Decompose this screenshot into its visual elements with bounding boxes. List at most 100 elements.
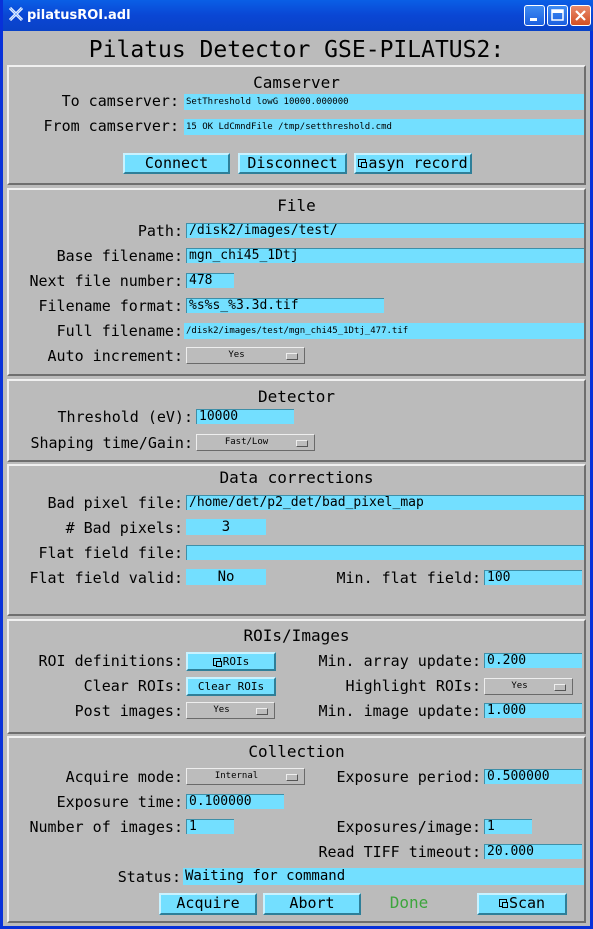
clear-rois-button[interactable]: Clear ROIs (186, 677, 276, 696)
acquire-mode-value: Internal (214, 771, 259, 781)
flat-field-file-label: Flat field file: (38, 544, 184, 562)
rois-button-label: ROIs (222, 655, 250, 668)
flat-field-valid-label: Flat field valid: (29, 569, 183, 587)
collection-heading: Collection (248, 742, 345, 761)
filename-format-label: Filename format: (38, 297, 184, 315)
min-flat-field-input[interactable]: 100 (484, 570, 582, 585)
min-array-update-label: Min. array update: (318, 652, 481, 670)
path-label: Path: (137, 222, 183, 240)
exposures-per-image-input[interactable]: 1 (484, 819, 532, 834)
flat-field-valid-value: No (186, 569, 266, 585)
min-image-update-label: Min. image update: (318, 702, 481, 720)
clear-rois-label: Clear ROIs: (83, 677, 183, 695)
shaping-time-label: Shaping time/Gain: (30, 434, 193, 452)
related-display-icon (358, 159, 368, 168)
acquire-status-indicator: Done (389, 893, 429, 912)
disconnect-button[interactable]: Disconnect (238, 153, 347, 174)
bad-pixels-count-label: # Bad pixels: (65, 519, 183, 537)
filename-format-input[interactable]: %s%s_%3.3d.tif (186, 298, 384, 313)
min-array-update-input[interactable]: 0.200 (484, 653, 582, 668)
number-of-images-input[interactable]: 1 (186, 819, 234, 834)
related-display-icon (498, 899, 508, 908)
roi-definitions-label: ROI definitions: (38, 652, 184, 670)
highlight-rois-value: Yes (511, 681, 528, 691)
menu-indicator-icon (554, 684, 566, 691)
scan-button-label: Scan (508, 894, 546, 912)
page-title: Pilatus Detector GSE-PILATUS2: (88, 37, 505, 63)
highlight-rois-menu[interactable]: Yes (484, 678, 573, 695)
collection-panel: Collection Acquire mode: Internal Exposu… (7, 736, 586, 923)
min-flat-field-label: Min. flat field: (336, 569, 482, 587)
window-title: pilatusROI.adl (27, 8, 131, 23)
exposure-time-input[interactable]: 0.100000 (186, 794, 284, 809)
abort-button[interactable]: Abort (263, 893, 361, 915)
base-filename-label: Base filename: (56, 247, 183, 265)
asyn-record-button[interactable]: asyn record (354, 153, 472, 174)
shaping-time-menu[interactable]: Fast/Low (196, 434, 315, 451)
full-filename-label: Full filename: (56, 322, 183, 340)
from-camserver-value: 15 OK LdCmndFile /tmp/setthreshold.cmd (184, 119, 584, 135)
detector-panel: Detector Threshold (eV): 10000 Shaping t… (7, 379, 586, 462)
camserver-panel: Camserver To camserver: SetThreshold low… (7, 65, 586, 185)
to-camserver-value: SetThreshold lowG 10000.000000 (184, 94, 584, 110)
post-images-label: Post images: (74, 702, 183, 720)
data-corrections-heading: Data corrections (219, 468, 374, 487)
detector-heading: Detector (257, 387, 336, 406)
acquire-button[interactable]: Acquire (159, 893, 257, 915)
post-images-value: Yes (213, 705, 230, 715)
threshold-input[interactable]: 10000 (196, 409, 294, 424)
auto-increment-value: Yes (228, 350, 245, 360)
exposure-time-label: Exposure time: (56, 793, 183, 811)
close-button[interactable] (570, 5, 591, 26)
bad-pixels-count-value: 3 (186, 519, 266, 535)
to-camserver-label: To camserver: (61, 92, 179, 110)
full-filename-value: /disk2/images/test/mgn_chi45_1Dtj_477.ti… (184, 323, 584, 339)
exposure-period-label: Exposure period: (336, 768, 482, 786)
file-panel: File Path: /disk2/images/test/ Base file… (7, 188, 586, 376)
rois-images-heading: ROIs/Images (243, 626, 350, 645)
minimize-icon (530, 18, 537, 21)
auto-increment-menu[interactable]: Yes (186, 347, 305, 364)
post-images-menu[interactable]: Yes (186, 702, 275, 719)
shaping-time-value: Fast/Low (224, 437, 269, 447)
menu-indicator-icon (296, 440, 308, 447)
from-camserver-label: From camserver: (43, 117, 179, 135)
main-content: Pilatus Detector GSE-PILATUS2: Camserver… (3, 31, 590, 926)
maximize-icon (551, 9, 564, 21)
menu-indicator-icon (256, 708, 268, 715)
title-bar[interactable]: pilatusROI.adl (3, 0, 593, 31)
highlight-rois-label: Highlight ROIs: (345, 677, 481, 695)
status-value: Waiting for command (183, 868, 584, 885)
auto-increment-label: Auto increment: (47, 347, 183, 365)
rois-button[interactable]: ROIs (186, 652, 276, 671)
next-file-number-input[interactable]: 478 (186, 273, 234, 288)
next-file-number-label: Next file number: (29, 272, 183, 290)
base-filename-input[interactable]: mgn_chi45_1Dtj (186, 248, 584, 263)
maximize-button[interactable] (547, 5, 568, 26)
x-app-icon (8, 6, 24, 22)
related-display-icon (212, 657, 222, 667)
bad-pixel-file-label: Bad pixel file: (47, 494, 183, 512)
asyn-record-label: asyn record (368, 154, 468, 172)
data-corrections-panel: Data corrections Bad pixel file: /home/d… (7, 464, 586, 616)
threshold-label: Threshold (eV): (57, 408, 193, 426)
minimize-button[interactable] (524, 5, 545, 26)
rois-images-panel: ROIs/Images ROI definitions: ROIs Min. a… (7, 619, 586, 734)
read-tiff-timeout-input[interactable]: 20.000 (484, 844, 582, 859)
camserver-heading: Camserver (253, 73, 340, 92)
file-heading: File (277, 196, 316, 215)
scan-button[interactable]: Scan (477, 893, 567, 915)
read-tiff-timeout-label: Read TIFF timeout: (318, 843, 481, 861)
exposures-per-image-label: Exposures/image: (336, 818, 482, 836)
status-label: Status: (117, 868, 181, 886)
min-image-update-input[interactable]: 1.000 (484, 703, 582, 718)
connect-button[interactable]: Connect (123, 153, 230, 174)
exposure-period-input[interactable]: 0.500000 (484, 769, 582, 784)
path-input[interactable]: /disk2/images/test/ (186, 223, 584, 238)
acquire-mode-label: Acquire mode: (65, 768, 183, 786)
bad-pixel-file-input[interactable]: /home/det/p2_det/bad_pixel_map (186, 495, 584, 510)
flat-field-file-input[interactable] (186, 545, 584, 560)
close-icon (575, 10, 586, 21)
menu-indicator-icon (286, 353, 298, 360)
number-of-images-label: Number of images: (29, 818, 183, 836)
